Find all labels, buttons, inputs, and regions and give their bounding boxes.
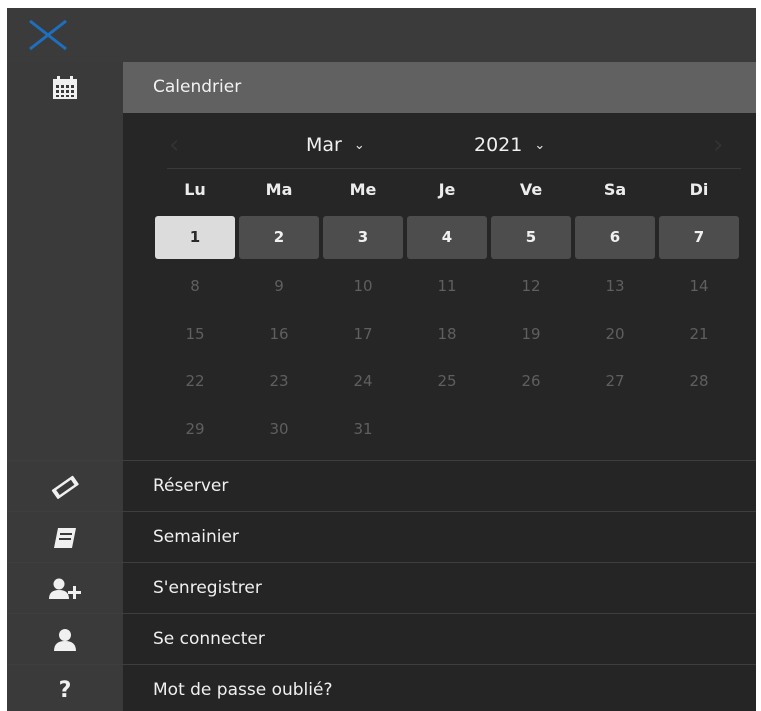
year-value: 2021 bbox=[474, 134, 523, 156]
calendar-day[interactable]: 21 bbox=[659, 321, 739, 347]
month-value: Mar bbox=[306, 134, 342, 156]
calendar-day[interactable]: 31 bbox=[323, 416, 403, 442]
weekday-header: Ma bbox=[265, 180, 293, 199]
calendar-day[interactable]: 16 bbox=[239, 321, 319, 347]
calendar-day[interactable]: 27 bbox=[575, 368, 655, 394]
calendar-day[interactable]: 22 bbox=[155, 368, 235, 394]
calendar-nav-item[interactable] bbox=[7, 62, 123, 113]
app-frame: Calendrier ‹ › Mar ⌄ 2021 ⌄ Lu Ma Me Je … bbox=[7, 8, 756, 711]
prev-month-button[interactable]: ‹ bbox=[169, 130, 179, 160]
book-icon bbox=[54, 527, 76, 548]
menu-item-label: Mot de passe oublié? bbox=[153, 680, 333, 700]
calendar-day[interactable]: 8 bbox=[155, 273, 235, 299]
menu-item-label: Se connecter bbox=[153, 629, 265, 649]
close-icon bbox=[29, 19, 67, 51]
year-select[interactable]: 2021 ⌄ bbox=[474, 130, 545, 160]
user-icon bbox=[54, 628, 76, 651]
calendar-day[interactable]: 19 bbox=[491, 321, 571, 347]
calendar-day[interactable]: 9 bbox=[239, 273, 319, 299]
weekday-header: Sa bbox=[603, 180, 627, 199]
calendar-day[interactable]: 13 bbox=[575, 273, 655, 299]
calendar-day[interactable]: 26 bbox=[491, 368, 571, 394]
calendar-day[interactable]: 24 bbox=[323, 368, 403, 394]
question-icon: ? bbox=[58, 678, 72, 703]
calendar-day[interactable]: 28 bbox=[659, 368, 739, 394]
calendar-day[interactable]: 4 bbox=[407, 216, 487, 259]
calendar-day[interactable]: 12 bbox=[491, 273, 571, 299]
chevron-right-icon: › bbox=[713, 130, 724, 160]
calendar-day[interactable]: 30 bbox=[239, 416, 319, 442]
calendar-icon bbox=[53, 75, 77, 99]
calendar-day[interactable]: 7 bbox=[659, 216, 739, 259]
calendar-day[interactable]: 5 bbox=[491, 216, 571, 259]
calendar-day[interactable]: 10 bbox=[323, 273, 403, 299]
menu-item-label: S'enregistrer bbox=[153, 578, 262, 598]
calendar-day[interactable]: 2 bbox=[239, 216, 319, 259]
user-plus-icon bbox=[49, 578, 81, 599]
calendar-day[interactable]: 11 bbox=[407, 273, 487, 299]
calendar-day[interactable]: 23 bbox=[239, 368, 319, 394]
calendar-day[interactable]: 1 bbox=[155, 216, 235, 259]
chevron-down-icon: ⌄ bbox=[353, 137, 365, 153]
menu-item-reserver[interactable]: Réserver bbox=[7, 460, 756, 512]
close-button[interactable] bbox=[27, 18, 69, 52]
top-bar bbox=[7, 8, 756, 62]
calendar-day[interactable]: 29 bbox=[155, 416, 235, 442]
chevron-down-icon: ⌄ bbox=[534, 137, 546, 153]
calendar-day[interactable]: 3 bbox=[323, 216, 403, 259]
calendar-day[interactable]: 15 bbox=[155, 321, 235, 347]
menu-item-label: Semainier bbox=[153, 527, 239, 547]
menu-item-senregistrer[interactable]: S'enregistrer bbox=[7, 562, 756, 614]
calendar-day[interactable]: 25 bbox=[407, 368, 487, 394]
weekday-header: Lu bbox=[184, 180, 206, 199]
calendar-day[interactable]: 14 bbox=[659, 273, 739, 299]
menu-item-label: Réserver bbox=[153, 476, 229, 496]
chevron-left-icon: ‹ bbox=[169, 130, 180, 160]
calendar-day[interactable]: 20 bbox=[575, 321, 655, 347]
next-month-button[interactable]: › bbox=[713, 130, 723, 160]
ticket-icon bbox=[51, 475, 79, 499]
menu-item-se-connecter[interactable]: Se connecter bbox=[7, 613, 756, 665]
month-select[interactable]: Mar ⌄ bbox=[306, 130, 365, 160]
menu-item-semainier[interactable]: Semainier bbox=[7, 511, 756, 563]
calendar-day[interactable]: 17 bbox=[323, 321, 403, 347]
calendar-day[interactable]: 6 bbox=[575, 216, 655, 259]
weekday-header: Je bbox=[438, 180, 456, 199]
calendar-header[interactable]: Calendrier bbox=[123, 62, 756, 113]
weekday-header: Me bbox=[349, 180, 377, 199]
calendar-day[interactable]: 18 bbox=[407, 321, 487, 347]
weekday-header: Di bbox=[689, 180, 709, 199]
menu-item-mot-de-passe-oublie[interactable]: ? Mot de passe oublié? bbox=[7, 664, 756, 711]
calendar-divider bbox=[167, 168, 741, 169]
weekday-header: Ve bbox=[519, 180, 543, 199]
